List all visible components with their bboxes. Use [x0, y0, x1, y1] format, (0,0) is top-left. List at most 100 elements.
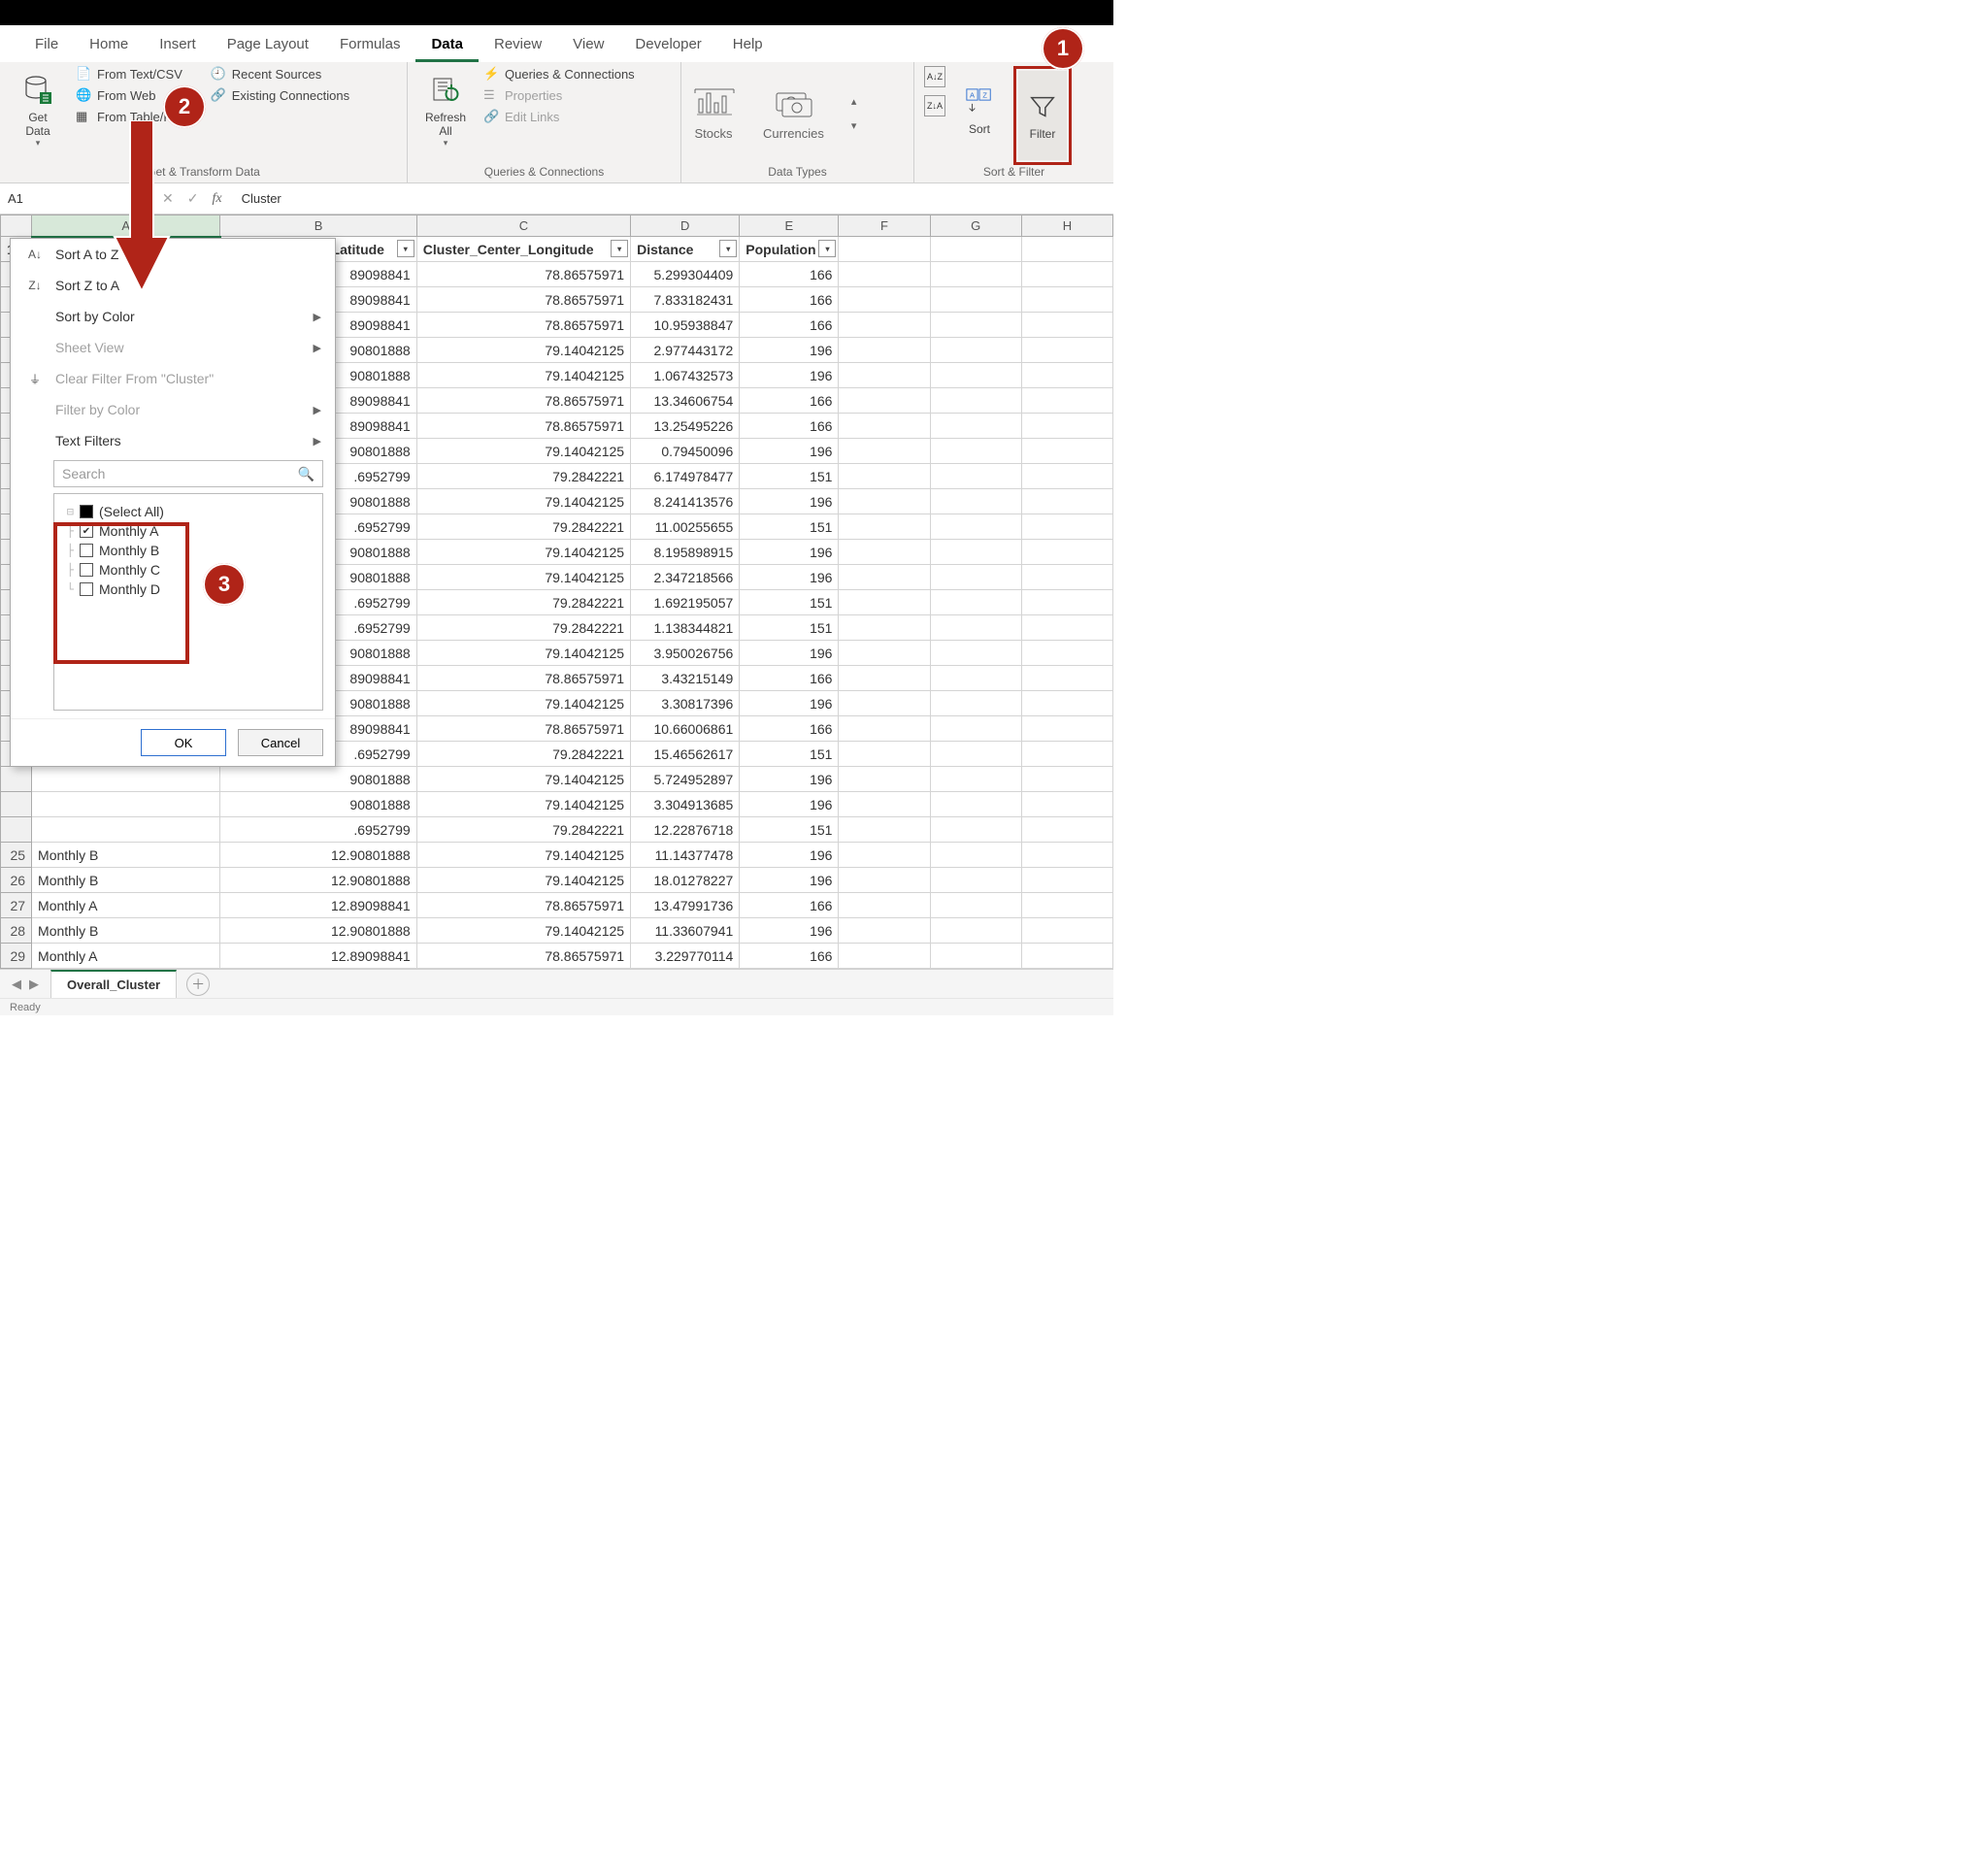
cell[interactable]: 196 — [740, 691, 839, 716]
tab-formulas[interactable]: Formulas — [324, 28, 416, 62]
cell[interactable] — [930, 338, 1021, 363]
refresh-all-button[interactable]: Refresh All ▾ — [417, 66, 474, 155]
cell[interactable]: 3.950026756 — [631, 641, 740, 666]
cell[interactable]: 3.229770114 — [631, 944, 740, 969]
cell[interactable] — [930, 464, 1021, 489]
cell[interactable]: 166 — [740, 388, 839, 414]
filter-dropdown-lat[interactable]: ▾ — [397, 240, 414, 257]
cell[interactable] — [1021, 792, 1112, 817]
cell[interactable] — [930, 439, 1021, 464]
cell[interactable] — [1021, 843, 1112, 868]
get-data-button[interactable]: Get Data ▾ — [10, 66, 66, 155]
tab-data[interactable]: Data — [415, 28, 479, 62]
cell[interactable] — [1021, 817, 1112, 843]
cell[interactable]: 79.14042125 — [416, 918, 630, 944]
cell[interactable]: 196 — [740, 338, 839, 363]
cell[interactable] — [839, 944, 930, 969]
cell[interactable] — [930, 388, 1021, 414]
cell[interactable]: 12.22876718 — [631, 817, 740, 843]
cell[interactable]: 196 — [740, 868, 839, 893]
filter-button[interactable]: Filter — [1018, 71, 1067, 160]
cell[interactable] — [1021, 716, 1112, 742]
tab-file[interactable]: File — [19, 28, 74, 62]
cell[interactable]: 11.14377478 — [631, 843, 740, 868]
sort-desc-small[interactable]: Z↓A — [924, 95, 945, 116]
cell[interactable] — [930, 641, 1021, 666]
cell[interactable]: 78.86575971 — [416, 893, 630, 918]
cell[interactable]: 1.138344821 — [631, 615, 740, 641]
row-header[interactable]: 26 — [1, 868, 32, 893]
col-header-D[interactable]: D — [631, 215, 740, 237]
cell[interactable]: 196 — [740, 439, 839, 464]
ok-button[interactable]: OK — [141, 729, 226, 756]
text-filters-item[interactable]: Text Filters▶ — [11, 425, 335, 456]
cell-E1[interactable]: Population▾ — [740, 237, 839, 262]
cell[interactable] — [1021, 388, 1112, 414]
fx-icon[interactable]: fx — [212, 191, 221, 207]
cell[interactable]: 79.14042125 — [416, 843, 630, 868]
cell[interactable]: 79.2842221 — [416, 514, 630, 540]
checkbox-mixed[interactable] — [80, 505, 93, 518]
cell[interactable]: 90801888 — [220, 792, 416, 817]
cell[interactable] — [839, 439, 930, 464]
row-header[interactable] — [1, 817, 32, 843]
cell[interactable] — [930, 843, 1021, 868]
cell[interactable]: 196 — [740, 767, 839, 792]
sort-by-color-item[interactable]: Sort by Color▶ — [11, 301, 335, 332]
cell[interactable] — [930, 691, 1021, 716]
cell[interactable] — [930, 514, 1021, 540]
cell[interactable]: 3.304913685 — [631, 792, 740, 817]
cell[interactable] — [839, 388, 930, 414]
tab-home[interactable]: Home — [74, 28, 144, 62]
cell[interactable]: 78.86575971 — [416, 262, 630, 287]
cell[interactable]: 78.86575971 — [416, 313, 630, 338]
cell[interactable]: 166 — [740, 716, 839, 742]
cell[interactable] — [839, 893, 930, 918]
cell[interactable]: 79.14042125 — [416, 792, 630, 817]
cell[interactable] — [1021, 615, 1112, 641]
cell[interactable] — [1021, 691, 1112, 716]
cell[interactable]: 8.195898915 — [631, 540, 740, 565]
sort-button[interactable]: AZ Sort — [955, 66, 1004, 155]
cell[interactable]: 151 — [740, 514, 839, 540]
cell[interactable] — [930, 918, 1021, 944]
tree-select-all[interactable]: ⊟(Select All) — [60, 502, 316, 521]
cell[interactable]: 12.90801888 — [220, 918, 416, 944]
cell[interactable] — [1021, 439, 1112, 464]
cell[interactable] — [839, 540, 930, 565]
cell[interactable]: Monthly B — [32, 843, 220, 868]
cell[interactable]: 166 — [740, 944, 839, 969]
cell[interactable] — [930, 363, 1021, 388]
row-header[interactable]: 28 — [1, 918, 32, 944]
cell[interactable]: 166 — [740, 287, 839, 313]
filter-search-input[interactable]: Search 🔍 — [53, 460, 323, 487]
cell[interactable]: 0.79450096 — [631, 439, 740, 464]
cell[interactable] — [1021, 313, 1112, 338]
cell[interactable]: 151 — [740, 464, 839, 489]
cell[interactable] — [839, 641, 930, 666]
cell[interactable]: 5.299304409 — [631, 262, 740, 287]
select-all-corner[interactable] — [1, 215, 32, 237]
cell[interactable]: 79.14042125 — [416, 363, 630, 388]
cell[interactable]: 79.14042125 — [416, 338, 630, 363]
currencies-button[interactable]: Currencies — [763, 85, 824, 141]
cell[interactable] — [839, 666, 930, 691]
cell[interactable]: 90801888 — [220, 767, 416, 792]
cell[interactable] — [1021, 565, 1112, 590]
cell[interactable]: 151 — [740, 817, 839, 843]
cell[interactable]: 13.34606754 — [631, 388, 740, 414]
cell[interactable]: 196 — [740, 363, 839, 388]
cell[interactable] — [32, 767, 220, 792]
cell[interactable] — [1021, 262, 1112, 287]
cell[interactable] — [839, 514, 930, 540]
cell[interactable]: 10.95938847 — [631, 313, 740, 338]
col-header-B[interactable]: B — [220, 215, 416, 237]
cell[interactable] — [839, 363, 930, 388]
cell[interactable] — [1021, 868, 1112, 893]
cell[interactable]: 7.833182431 — [631, 287, 740, 313]
col-header-G[interactable]: G — [930, 215, 1021, 237]
cell[interactable]: 166 — [740, 262, 839, 287]
cell[interactable]: 166 — [740, 893, 839, 918]
tab-developer[interactable]: Developer — [619, 28, 716, 62]
tab-review[interactable]: Review — [479, 28, 557, 62]
